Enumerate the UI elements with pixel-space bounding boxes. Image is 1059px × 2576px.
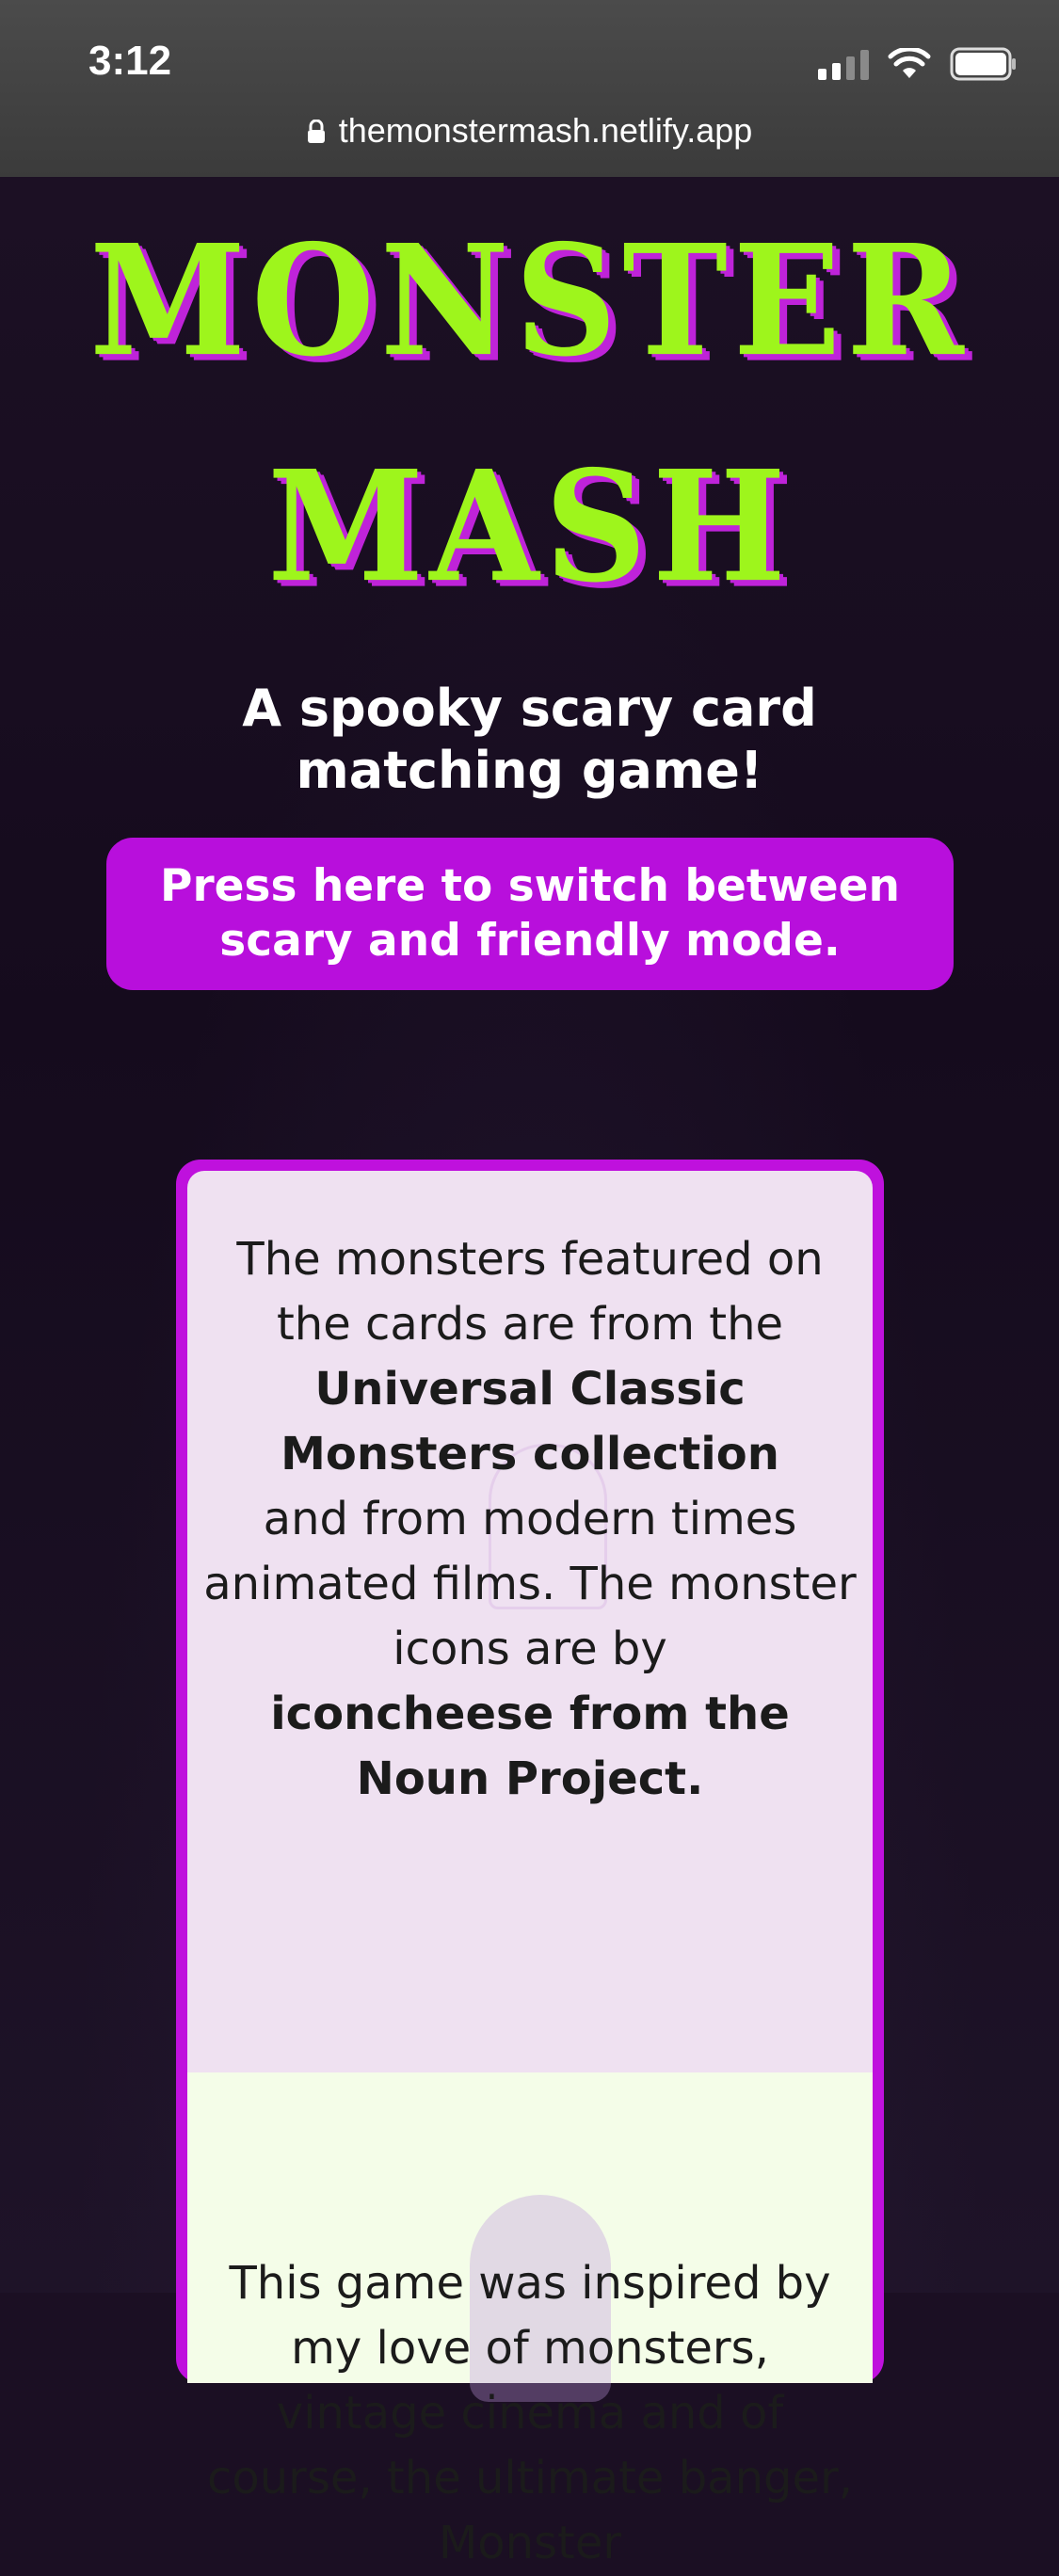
info-card[interactable]: The monsters featured on the cards are f… (176, 1160, 884, 2569)
address-bar[interactable]: themonstermash.netlify.app (0, 111, 1059, 152)
status-icons (818, 47, 1018, 81)
lock-icon (307, 113, 326, 152)
title-line-1: MONSTER (89, 211, 970, 392)
mode-toggle-button[interactable]: Press here to switch between scary and f… (106, 838, 954, 990)
credits-icons: iconcheese from the Noun Project. (270, 1688, 790, 1805)
credits-middle: and from modern times animated films. Th… (203, 1493, 857, 1675)
cellular-signal-icon (818, 48, 869, 80)
battery-icon (950, 47, 1018, 81)
wifi-icon (888, 48, 931, 80)
card-front: The monsters featured on the cards are f… (187, 1171, 873, 2072)
card-back: This game was inspired by my love of mon… (187, 2072, 873, 2569)
browser-chrome: 3:12 themonstermash.netlify.app (0, 0, 1059, 177)
credits-intro: The monsters featured on the cards are f… (236, 1233, 824, 1351)
credits-collection: Universal Classic Monsters collection (281, 1363, 779, 1480)
card-front-text: The monsters featured on the cards are f… (201, 1227, 859, 1812)
status-time: 3:12 (88, 38, 172, 84)
inspiration-text: This game was inspired by my love of mon… (207, 2257, 853, 2569)
url-text: themonstermash.netlify.app (338, 111, 753, 150)
title-line-2: MASH (267, 437, 792, 617)
subtitle: A spooky scary card matching game! (242, 679, 817, 800)
